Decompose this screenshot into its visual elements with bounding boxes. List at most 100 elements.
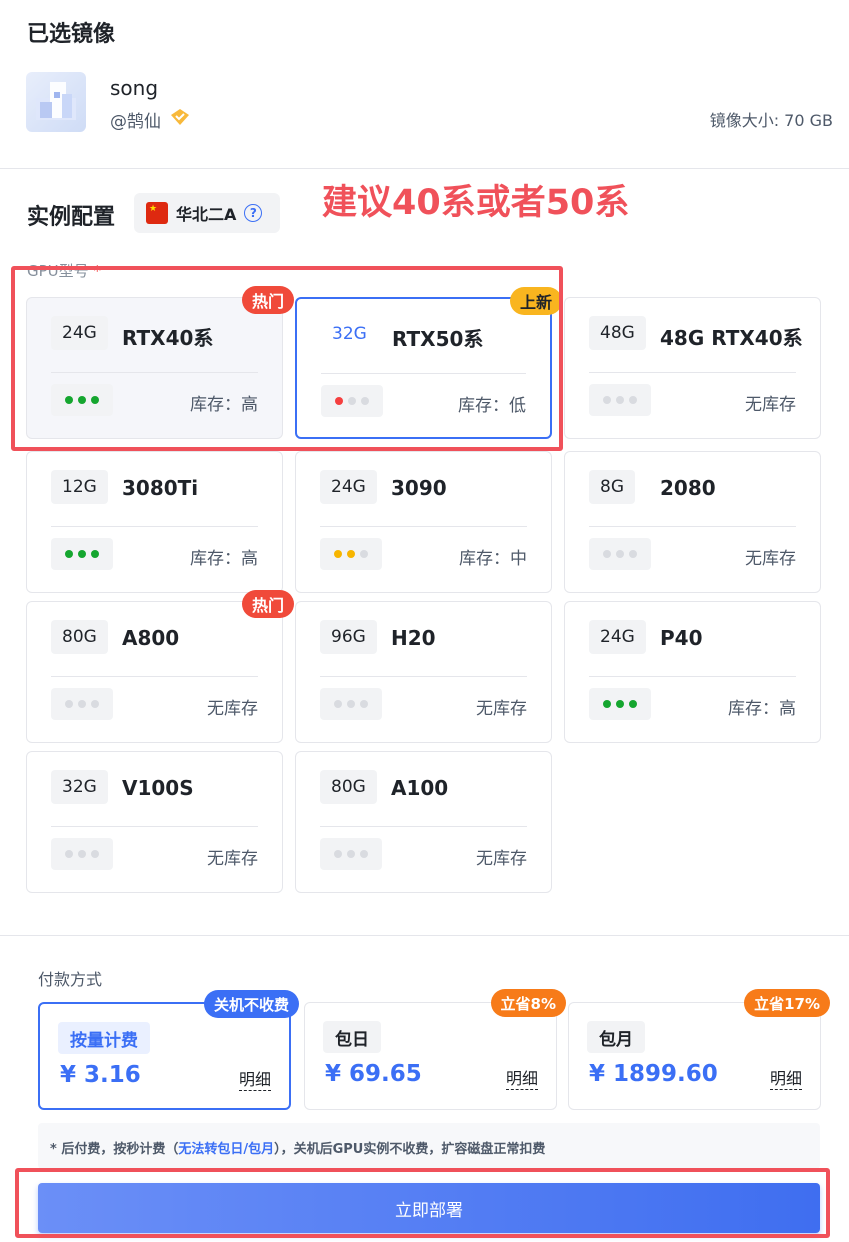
gpu-card-rtx40[interactable]: 24G RTX40系 库存：高 热门 xyxy=(26,286,294,439)
payment-option-monthly[interactable]: 包月 ¥ 1899.60 明细 立省17% xyxy=(568,989,830,1110)
stock-indicator xyxy=(321,385,383,417)
gpu-name: 48G RTX40系 xyxy=(660,326,803,350)
gpu-memory: 8G xyxy=(589,470,635,504)
stock-status: 无库存 xyxy=(476,849,527,869)
new-badge: 上新 xyxy=(509,287,562,315)
discount-badge: 立省17% xyxy=(744,989,830,1017)
payment-price: ¥ 1899.60 xyxy=(589,1061,718,1087)
card-divider xyxy=(589,372,796,373)
card-divider xyxy=(320,526,527,527)
selected-image-title: 已选镜像 xyxy=(27,22,116,47)
help-icon[interactable]: ? xyxy=(244,204,263,222)
billing-note-link: 无法转包日/包月 xyxy=(178,1142,275,1157)
card-divider xyxy=(320,826,527,827)
stock-status: 无库存 xyxy=(207,699,258,719)
gpu-memory: 24G xyxy=(589,620,646,654)
image-thumbnail xyxy=(26,72,86,132)
gpu-memory: 12G xyxy=(51,470,108,504)
image-name: song xyxy=(110,76,159,100)
card-divider xyxy=(51,372,258,373)
gpu-name: RTX50系 xyxy=(392,327,484,351)
gpu-memory: 48G xyxy=(589,316,646,350)
gpu-label: GPU型号 * xyxy=(27,260,101,281)
gpu-memory: 24G xyxy=(51,316,108,350)
gpu-card-p40[interactable]: 24G P40 库存：高 xyxy=(564,601,821,743)
gpu-name: A100 xyxy=(391,776,449,800)
deploy-button[interactable]: 立即部署 xyxy=(38,1183,820,1233)
gpu-card-a100[interactable]: 80G A100 无库存 xyxy=(295,751,552,893)
gpu-card-48g-rtx40[interactable]: 48G 48G RTX40系 无库存 xyxy=(564,297,821,439)
payment-title: 付款方式 xyxy=(38,970,103,989)
stock-status: 库存：高 xyxy=(190,395,258,415)
gpu-memory: 32G xyxy=(51,770,108,804)
gpu-name: RTX40系 xyxy=(122,326,214,350)
gpu-card-rtx50[interactable]: 32G RTX50系 库存：低 上新 xyxy=(295,287,562,439)
stock-status: 库存：低 xyxy=(458,396,526,416)
gpu-memory: 24G xyxy=(320,470,377,504)
gpu-name: A800 xyxy=(122,626,180,650)
hot-badge: 热门 xyxy=(241,286,294,314)
card-divider xyxy=(51,676,258,677)
card-divider xyxy=(51,526,258,527)
payment-mode: 包月 xyxy=(587,1021,645,1053)
gpu-card-v100s[interactable]: 32G V100S 无库存 xyxy=(26,751,283,893)
billing-note-suffix: ），关机后GPU实例不收费，扩容磁盘正常扣费 xyxy=(274,1142,546,1157)
stock-status: 无库存 xyxy=(207,849,258,869)
gpu-card-2080[interactable]: 8G 2080 无库存 xyxy=(564,451,821,593)
billing-note: * 后付费，按秒计费（无法转包日/包月），关机后GPU实例不收费，扩容磁盘正常扣… xyxy=(38,1123,820,1169)
card-divider xyxy=(589,676,796,677)
gpu-card-3080ti[interactable]: 12G 3080Ti 库存：高 xyxy=(26,451,283,593)
card-divider xyxy=(589,526,796,527)
region-selector[interactable]: 华北二A ? xyxy=(134,193,280,233)
gpu-name: 3080Ti xyxy=(122,476,199,500)
payment-price: ¥ 3.16 xyxy=(60,1062,141,1088)
payment-mode: 包日 xyxy=(323,1021,381,1053)
stock-indicator xyxy=(320,688,382,720)
gpu-memory: 80G xyxy=(51,620,108,654)
hot-badge: 热门 xyxy=(241,590,294,618)
gpu-card-3090[interactable]: 24G 3090 库存：中 xyxy=(295,451,552,593)
china-flag-icon xyxy=(146,202,168,224)
stock-indicator xyxy=(51,538,113,570)
stock-status: 无库存 xyxy=(745,395,796,415)
annotation-text: 建议40系或者50系 xyxy=(322,183,630,223)
payment-option-pay-as-you-go[interactable]: 按量计费 ¥ 3.16 明细 关机不收费 xyxy=(38,990,299,1110)
stock-indicator xyxy=(589,688,651,720)
gpu-memory: 96G xyxy=(320,620,377,654)
stock-status: 库存：高 xyxy=(190,549,258,569)
stock-indicator xyxy=(51,838,113,870)
gpu-memory: 32G xyxy=(321,317,378,351)
region-label: 华北二A xyxy=(176,205,237,224)
billing-note-prefix: * 后付费，按秒计费（ xyxy=(50,1142,179,1157)
instance-config-title: 实例配置 xyxy=(27,205,116,230)
gpu-name: 3090 xyxy=(391,476,447,500)
gpu-name: H20 xyxy=(391,626,436,650)
stock-indicator xyxy=(320,838,382,870)
card-divider xyxy=(51,826,258,827)
stock-status: 无库存 xyxy=(745,549,796,569)
payment-mode: 按量计费 xyxy=(58,1022,150,1054)
gpu-name: V100S xyxy=(122,776,194,800)
stock-indicator xyxy=(589,384,651,416)
gpu-card-h20[interactable]: 96G H20 无库存 xyxy=(295,601,552,743)
free-when-off-badge: 关机不收费 xyxy=(203,990,299,1018)
stock-indicator xyxy=(589,538,651,570)
payment-option-daily[interactable]: 包日 ¥ 69.65 明细 立省8% xyxy=(304,989,566,1110)
card-divider xyxy=(320,676,527,677)
stock-indicator xyxy=(51,688,113,720)
stock-indicator xyxy=(320,538,382,570)
detail-link[interactable]: 明细 xyxy=(769,1065,802,1090)
required-mark: * xyxy=(93,262,101,280)
gpu-name: P40 xyxy=(660,626,703,650)
detail-link[interactable]: 明细 xyxy=(238,1066,271,1091)
stock-status: 无库存 xyxy=(476,699,527,719)
stock-status: 库存：中 xyxy=(459,549,527,569)
image-author: @鹄仙 xyxy=(110,107,191,132)
stock-indicator xyxy=(51,384,113,416)
verified-icon xyxy=(169,107,191,132)
stock-status: 库存：高 xyxy=(728,699,796,719)
detail-link[interactable]: 明细 xyxy=(505,1065,538,1090)
card-divider xyxy=(321,373,526,374)
section-divider xyxy=(0,168,849,169)
gpu-card-a800[interactable]: 80G A800 无库存 热门 xyxy=(26,590,294,743)
